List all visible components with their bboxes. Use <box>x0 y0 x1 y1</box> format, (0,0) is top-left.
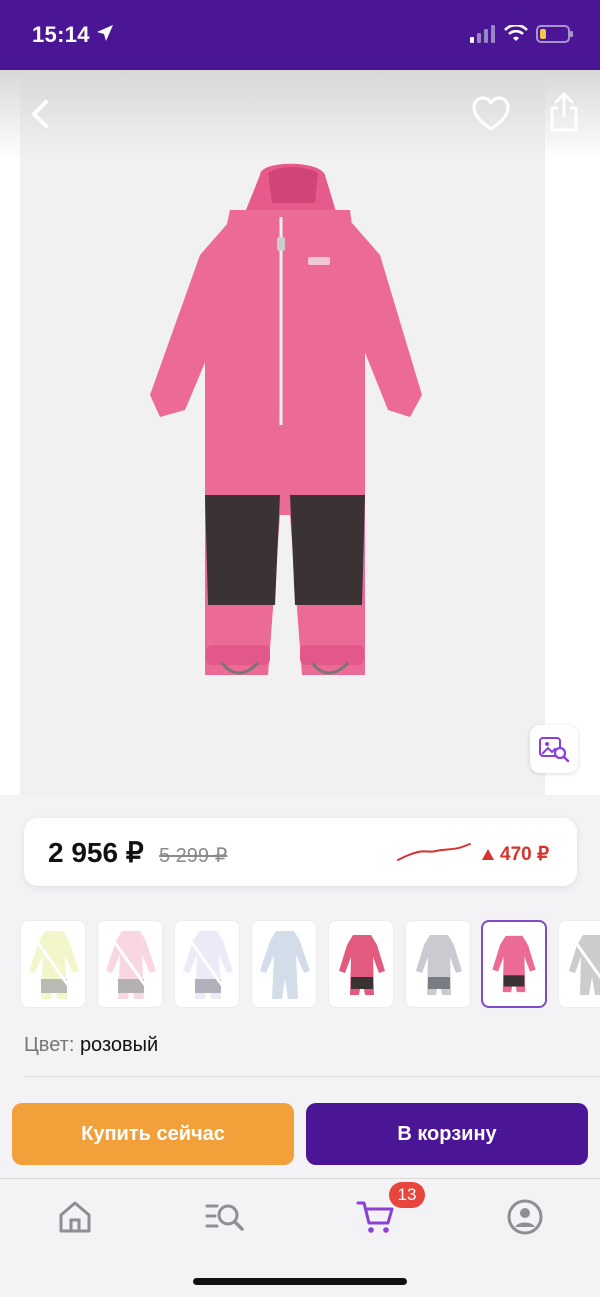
buy-now-button[interactable]: Купить сейчас <box>12 1103 294 1165</box>
color-swatch-lilac[interactable] <box>174 920 240 1008</box>
color-variant-strip[interactable] <box>20 920 600 1008</box>
status-indicators <box>470 25 574 43</box>
color-label-key: Цвет: <box>24 1034 75 1056</box>
product-gallery[interactable] <box>0 70 600 795</box>
status-bar: 15:14 <box>0 0 600 70</box>
selected-color-label: Цвет: розовый <box>24 1034 158 1057</box>
add-to-cart-button[interactable]: В корзину <box>306 1103 588 1165</box>
color-swatch-light-pink[interactable] <box>97 920 163 1008</box>
old-price: 5 299 ₽ <box>159 845 228 867</box>
location-arrow-icon <box>97 25 113 41</box>
favorite-heart-icon[interactable] <box>470 94 512 134</box>
price-change: 470 ₽ <box>482 843 549 866</box>
battery-icon <box>536 25 573 43</box>
catalog-search-icon[interactable] <box>205 1197 245 1237</box>
price-history-sparkline[interactable] <box>396 840 472 864</box>
color-swatch-pink-pattern[interactable] <box>328 920 394 1008</box>
home-indicator <box>193 1278 407 1285</box>
image-search-icon <box>539 737 570 763</box>
wifi-icon <box>504 25 528 41</box>
share-icon[interactable] <box>544 90 584 134</box>
color-label-value: розовый <box>79 1034 159 1056</box>
back-chevron-icon[interactable] <box>20 92 60 136</box>
profile-icon[interactable] <box>505 1197 545 1237</box>
price-change-value: 470 ₽ <box>500 844 550 865</box>
price-up-triangle-icon <box>482 849 494 860</box>
current-price: 2 956 ₽ <box>48 837 144 868</box>
price-card[interactable]: 2 956 ₽ 5 299 ₽ 470 ₽ <box>24 818 577 886</box>
color-swatch-pink-selected[interactable] <box>481 920 547 1008</box>
product-photo-overall[interactable] <box>140 155 430 685</box>
status-time: 15:14 <box>32 22 90 47</box>
color-swatch-light-blue[interactable] <box>251 920 317 1008</box>
cellular-signal-icon <box>470 25 495 43</box>
search-by-photo-button[interactable] <box>530 725 578 773</box>
divider <box>24 1076 600 1077</box>
color-swatch-dark-grey[interactable] <box>558 920 600 1008</box>
color-swatch-grey[interactable] <box>405 920 471 1008</box>
color-swatch-lime[interactable] <box>20 920 86 1008</box>
home-icon[interactable] <box>55 1197 95 1237</box>
cart-icon[interactable] <box>356 1197 396 1237</box>
cart-badge: 13 <box>389 1182 425 1208</box>
